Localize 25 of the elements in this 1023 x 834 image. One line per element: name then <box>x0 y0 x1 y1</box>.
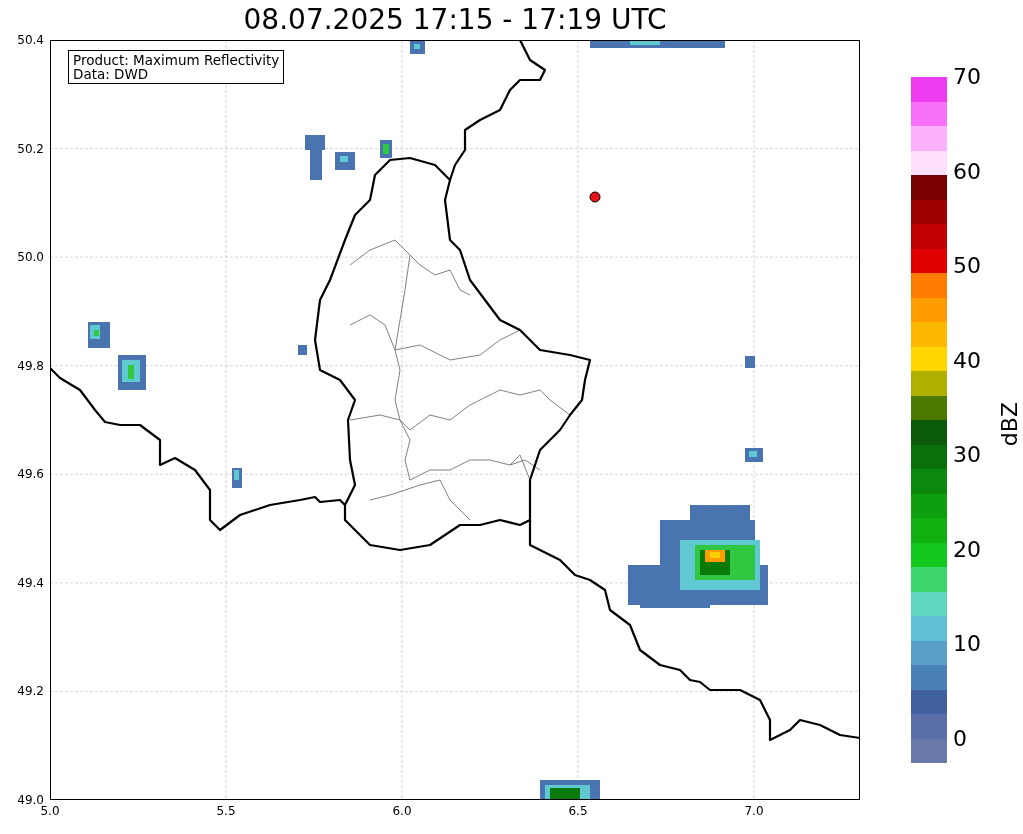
longitude-tick-label: 5.5 <box>215 804 237 820</box>
colorbar-tick-label: 20 <box>953 537 982 562</box>
chart-title: 08.07.2025 17:15 - 17:19 UTC <box>242 2 668 38</box>
colorbar-tick-label: 50 <box>953 254 982 279</box>
latitude-tick-label: 49.6 <box>17 467 44 482</box>
colorbar-tick-label: 40 <box>953 348 982 373</box>
colorbar-tick-label: 70 <box>953 65 982 89</box>
colorbar-label: dBZ <box>997 402 1022 447</box>
legend-text: Data: DWD <box>73 67 150 81</box>
latitude-tick-label: 49.2 <box>17 684 44 699</box>
latitude-tick-label: 50.4 <box>17 33 44 47</box>
latitude-tick-label: 49.4 <box>17 575 44 590</box>
longitude-tick-label: 5.0 <box>39 804 61 820</box>
longitude-tick-label: 6.0 <box>391 804 413 820</box>
latitude-tick-label: 49.8 <box>17 358 44 373</box>
legend-text: Product: Maximum Reflectivity <box>73 53 280 67</box>
colorbar-tick-label: 60 <box>953 159 982 184</box>
longitude-tick-label: 7.0 <box>743 804 765 820</box>
colorbar-tick-label: 10 <box>953 632 982 657</box>
latitude-tick-label: 50.0 <box>17 250 44 265</box>
latitude-tick-label: 49.0 <box>17 792 44 807</box>
longitude-tick-label: 6.5 <box>567 804 589 820</box>
colorbar-tick-label: 0 <box>953 726 968 751</box>
colorbar-tick-label: 30 <box>953 443 982 468</box>
latitude-tick-label: 50.2 <box>17 141 44 156</box>
